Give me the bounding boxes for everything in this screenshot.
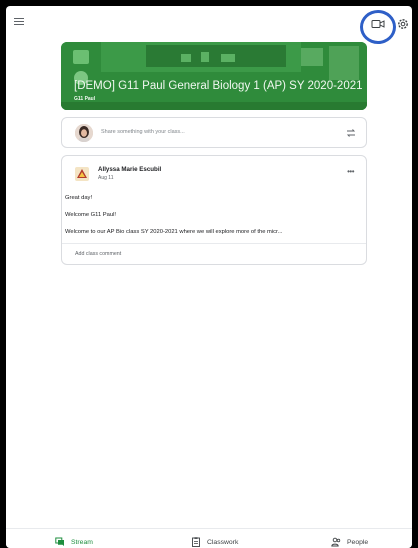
banner-illustration — [61, 42, 367, 110]
post-line: Welcome to our AP Bio class SY 2020-2021… — [65, 229, 283, 235]
share-placeholder: Share something with your class... — [101, 129, 185, 135]
repost-icon[interactable] — [346, 128, 356, 138]
class-section: G11 Paul — [74, 96, 96, 102]
class-title: [DEMO] G11 Paul General Biology 1 (AP) S… — [74, 80, 363, 92]
tab-stream[interactable]: Stream — [55, 537, 93, 547]
author-avatar — [75, 167, 89, 181]
tab-people[interactable]: People — [331, 537, 368, 547]
highlight-circle — [360, 10, 396, 44]
add-comment-link[interactable]: Add class comment — [75, 251, 121, 257]
avatar — [75, 124, 93, 142]
tab-classwork[interactable]: Classwork — [191, 537, 238, 547]
menu-icon[interactable] — [14, 18, 24, 26]
top-bar — [6, 6, 412, 44]
share-box[interactable]: Share something with your class... — [61, 117, 367, 148]
divider — [62, 243, 366, 244]
tab-people-label: People — [347, 538, 369, 546]
classwork-icon — [192, 537, 200, 547]
more-options-icon[interactable]: ••• — [347, 168, 354, 176]
class-banner[interactable]: [DEMO] G11 Paul General Biology 1 (AP) S… — [61, 42, 367, 110]
people-icon — [331, 537, 341, 547]
gear-icon[interactable] — [396, 17, 410, 31]
announcement-card: Allyssa Marie Escubil Aug 11 ••• Great d… — [61, 155, 367, 265]
tab-stream-label: Stream — [71, 538, 93, 546]
post-line: Welcome G11 Paul! — [65, 212, 117, 218]
tab-classwork-label: Classwork — [207, 538, 239, 546]
post-author: Allyssa Marie Escubil — [98, 166, 162, 173]
app-screen: [DEMO] G11 Paul General Biology 1 (AP) S… — [6, 6, 412, 548]
post-date: Aug 11 — [98, 175, 114, 181]
bottom-nav: Stream Classwork People — [6, 528, 412, 548]
stream-icon — [55, 537, 64, 546]
post-line: Great day! — [65, 195, 93, 201]
